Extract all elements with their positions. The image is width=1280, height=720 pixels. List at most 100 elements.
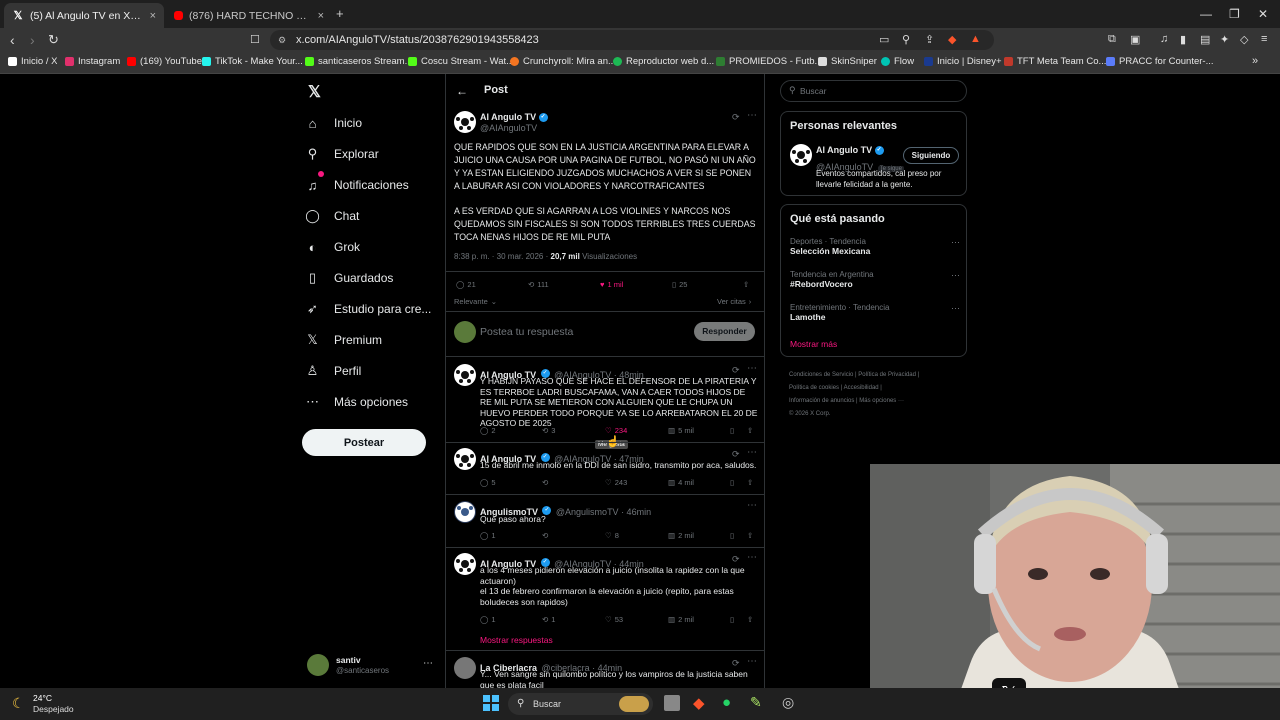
bookmark-button[interactable]: ▯ bbox=[730, 615, 734, 624]
account-switcher[interactable]: santiv @santicaseros ⋯ bbox=[307, 654, 447, 676]
bookmark-item[interactable]: Reproductor web d... bbox=[613, 56, 714, 67]
repost-button[interactable]: ⟲ bbox=[542, 531, 548, 540]
share-button[interactable]: ⇧ bbox=[747, 426, 753, 435]
bookmark-item[interactable]: Coscu Stream - Wat... bbox=[408, 56, 514, 67]
quotes-link[interactable]: Ver citas › bbox=[717, 297, 751, 306]
author-handle[interactable]: @AIAnguloTV bbox=[480, 123, 537, 133]
zoom-icon[interactable]: ⚲ bbox=[902, 33, 910, 46]
tab-youtube[interactable]: (876) HARD TECHNO ◉ willi.iam - Sc × bbox=[166, 3, 332, 28]
grok-action-icon[interactable]: ⟳ bbox=[732, 365, 740, 376]
bookmark-item[interactable]: santicaseros Stream... bbox=[305, 56, 413, 67]
grok-action-icon[interactable]: ⟳ bbox=[732, 112, 740, 123]
leo-icon[interactable]: ✦ bbox=[1220, 33, 1229, 46]
avatar[interactable] bbox=[454, 364, 476, 386]
reply-button[interactable]: ◯ 5 bbox=[480, 478, 496, 487]
reply-submit-button[interactable]: Responder bbox=[694, 322, 755, 341]
weather-temp[interactable]: 24°C bbox=[33, 693, 52, 703]
wallet-icon[interactable]: ▤ bbox=[1200, 33, 1210, 46]
extensions-icon[interactable]: ⧉ bbox=[1108, 33, 1116, 46]
bookmark-button[interactable]: ▯ bbox=[730, 531, 734, 540]
avatar[interactable] bbox=[790, 144, 812, 166]
like-button[interactable]: ♡ 53 bbox=[605, 615, 623, 624]
like-button[interactable]: ♡ 234 bbox=[605, 426, 627, 435]
trend-more-icon[interactable]: ⋯ bbox=[951, 237, 960, 248]
windows-start-icon[interactable] bbox=[483, 695, 499, 711]
trend-item[interactable]: Entretenimiento · Tendencia Lamothe ⋯ bbox=[790, 303, 960, 322]
trend-item[interactable]: Deportes · Tendencia Selección Mexicana ⋯ bbox=[790, 237, 960, 256]
post-more-icon[interactable]: ⋯ bbox=[747, 110, 757, 121]
share-button[interactable]: ⇧ bbox=[743, 280, 749, 289]
bookmark-button[interactable]: ▯ bbox=[730, 478, 734, 487]
brave-shield-icon[interactable]: ◆ bbox=[948, 33, 956, 46]
post-more-icon[interactable]: ⋯ bbox=[747, 500, 757, 511]
like-button[interactable]: ♡ 243 bbox=[605, 478, 627, 487]
bookmark-button[interactable]: ▯ 25 bbox=[672, 280, 687, 289]
reply-button[interactable]: ◯ 2 bbox=[480, 426, 496, 435]
like-button[interactable]: ♡ 8 bbox=[605, 531, 619, 540]
bookmark-item[interactable]: Instagram bbox=[65, 56, 120, 67]
search-input[interactable]: ⚲ Buscar bbox=[780, 80, 967, 102]
bookmark-item[interactable]: Inicio | Disney+ bbox=[924, 56, 1002, 67]
brave-rewards-icon[interactable]: ▲ bbox=[970, 33, 981, 45]
following-button[interactable]: Siguiendo bbox=[903, 147, 959, 164]
post-more-icon[interactable]: ⋯ bbox=[747, 552, 757, 563]
views-button[interactable]: ▥ 5 mil bbox=[668, 426, 694, 435]
sidebar-item-grok[interactable]: ◐ Grok bbox=[305, 234, 360, 260]
bookmark-item[interactable]: SkinSniper bbox=[818, 56, 877, 67]
app-icon[interactable]: ✎ bbox=[750, 694, 762, 711]
sidebar-toggle-icon[interactable]: ▮ bbox=[1180, 33, 1186, 46]
share-button[interactable]: ⇧ bbox=[747, 615, 753, 624]
repost-button[interactable]: ⟲ 3 bbox=[542, 426, 555, 435]
bookmark-item[interactable]: PROMIEDOS - Futb... bbox=[716, 56, 822, 67]
screenshot-icon[interactable]: ▣ bbox=[1130, 33, 1140, 46]
brave-app-icon[interactable]: ◆ bbox=[693, 694, 705, 712]
avatar[interactable] bbox=[454, 501, 476, 523]
close-tab-icon[interactable]: × bbox=[150, 10, 156, 22]
whatsapp-app-icon[interactable]: ● bbox=[722, 694, 731, 711]
trend-more-icon[interactable]: ⋯ bbox=[951, 270, 960, 281]
sidebar-item-premium[interactable]: 𝕏 Premium bbox=[305, 327, 382, 353]
bookmark-item[interactable]: TFT Meta Team Co... bbox=[1004, 56, 1106, 67]
reply-button[interactable]: ◯ 1 bbox=[480, 531, 496, 540]
share-icon[interactable]: ⇪ bbox=[925, 33, 934, 46]
repost-button[interactable]: ⟲ bbox=[542, 478, 548, 487]
reply-button[interactable]: ◯ 1 bbox=[480, 615, 496, 624]
show-replies-link[interactable]: Mostrar respuestas bbox=[480, 635, 553, 645]
avatar[interactable] bbox=[454, 657, 476, 679]
minimize-icon[interactable]: — bbox=[1200, 7, 1212, 21]
more-bookmarks-icon[interactable]: » bbox=[1252, 55, 1258, 67]
back-arrow-icon[interactable]: ← bbox=[456, 84, 468, 98]
post-more-icon[interactable]: ⋯ bbox=[747, 656, 757, 667]
cast-icon[interactable]: ▭ bbox=[879, 33, 889, 46]
author-name[interactable]: Al Angulo TV ✓ bbox=[480, 112, 548, 123]
taskbar-search[interactable]: ⚲ Buscar bbox=[508, 693, 653, 715]
views-button[interactable]: ▥ 2 mil bbox=[668, 615, 694, 624]
task-view-icon[interactable] bbox=[664, 695, 680, 711]
views-button[interactable]: ▥ 4 mil bbox=[668, 478, 694, 487]
tab-x-post[interactable]: 𝕏 (5) Al Angulo TV en X: "QUE RAPID × bbox=[4, 3, 164, 28]
share-button[interactable]: ⇧ bbox=[747, 531, 753, 540]
site-info-icon[interactable]: ⚙ bbox=[278, 30, 286, 50]
reload-icon[interactable]: ↻ bbox=[48, 32, 59, 48]
menu-icon[interactable]: ≡ bbox=[1261, 33, 1267, 45]
avatar[interactable] bbox=[454, 111, 476, 133]
post-more-icon[interactable]: ⋯ bbox=[747, 447, 757, 458]
reply-input[interactable]: Postea tu respuesta bbox=[480, 326, 573, 338]
trend-more-icon[interactable]: ⋯ bbox=[951, 303, 960, 314]
sidebar-item-explorar[interactable]: ⚲ Explorar bbox=[305, 141, 379, 167]
sidebar-item-guardados[interactable]: ▯ Guardados bbox=[305, 265, 393, 291]
grok-action-icon[interactable]: ⟳ bbox=[732, 449, 740, 460]
like-button[interactable]: ♥ 1 mil bbox=[600, 280, 623, 289]
avatar[interactable] bbox=[454, 448, 476, 470]
bookmark-page-icon[interactable]: ☐ bbox=[250, 33, 260, 46]
vpn-icon[interactable]: ◇ bbox=[1240, 33, 1248, 46]
reply-button[interactable]: ◯ 21 bbox=[456, 280, 476, 289]
sidebar-item-mas-opciones[interactable]: ⋯ Más opciones bbox=[305, 389, 408, 415]
music-icon[interactable]: ♫ bbox=[1160, 33, 1168, 45]
bookmark-item[interactable]: PRACC for Counter-... bbox=[1106, 56, 1214, 67]
x-logo-icon[interactable]: 𝕏 bbox=[308, 82, 321, 102]
post-button[interactable]: Postear bbox=[302, 429, 426, 456]
repost-button[interactable]: ⟲ 111 bbox=[528, 280, 549, 289]
close-tab-icon[interactable]: × bbox=[318, 10, 324, 22]
bookmark-item[interactable]: Crunchyroll: Mira an... bbox=[510, 56, 616, 67]
